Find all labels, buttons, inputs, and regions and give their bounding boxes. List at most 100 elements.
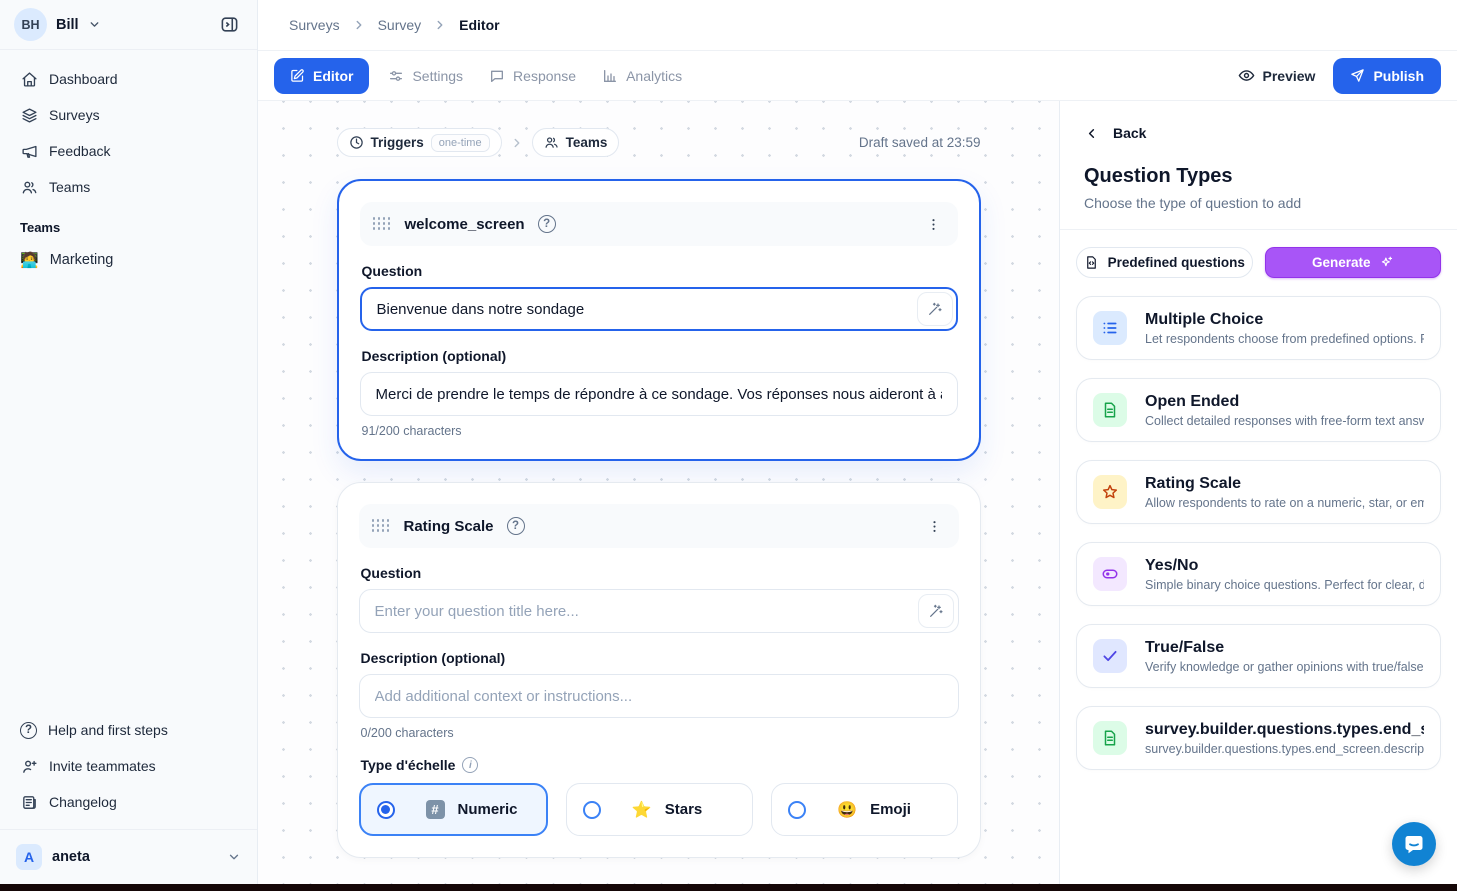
sidebar-item-marketing[interactable]: 🧑‍💻 Marketing: [0, 243, 257, 277]
teams-chip[interactable]: Teams: [532, 128, 620, 157]
type-title: Yes/No: [1145, 557, 1424, 575]
tab-label: Editor: [313, 68, 353, 84]
toggle-icon: [1093, 557, 1127, 591]
sidebar-item-dashboard[interactable]: Dashboard: [10, 62, 247, 96]
type-description: Allow respondents to rate on a numeric, …: [1145, 496, 1424, 510]
question-title-input[interactable]: [360, 287, 958, 331]
sidebar-item-changelog[interactable]: Changelog: [10, 785, 247, 819]
triggers-chip[interactable]: Triggers one-time: [337, 128, 502, 157]
bar-chart-icon: [602, 68, 618, 84]
star-icon: [1093, 475, 1127, 509]
type-card-rating-scale[interactable]: Rating Scale Allow respondents to rate o…: [1076, 460, 1441, 524]
breadcrumb: Surveys Survey Editor: [258, 0, 1457, 51]
generate-button[interactable]: Generate: [1265, 247, 1442, 278]
magic-wand-icon[interactable]: [917, 292, 953, 326]
account-switcher[interactable]: A aneta: [10, 839, 247, 875]
pencil-square-icon: [290, 68, 305, 83]
workspace-name: Bill: [56, 17, 79, 33]
question-help-icon[interactable]: ?: [538, 215, 556, 233]
scale-option-emoji[interactable]: 😃 Emoji: [771, 783, 958, 836]
option-label: Emoji: [870, 801, 911, 818]
question-description-input[interactable]: [359, 674, 959, 718]
question-help-icon[interactable]: ?: [507, 517, 525, 535]
type-card-open-ended[interactable]: Open Ended Collect detailed responses wi…: [1076, 378, 1441, 442]
sidebar-item-surveys[interactable]: Surveys: [10, 98, 247, 132]
panel-title: Question Types: [1060, 141, 1457, 188]
chevron-left-icon: [1084, 126, 1099, 141]
breadcrumb-editor: Editor: [459, 17, 499, 33]
account-name: aneta: [52, 849, 90, 865]
collapse-sidebar-icon[interactable]: [216, 11, 243, 38]
back-button[interactable]: Back: [1060, 101, 1457, 141]
drag-handle-icon[interactable]: [372, 519, 391, 533]
radio-unselected-icon: [788, 801, 806, 819]
kebab-menu-icon[interactable]: [923, 515, 946, 538]
question-field-label: Question: [361, 565, 957, 581]
tab-editor[interactable]: Editor: [274, 58, 369, 94]
question-card-title: welcome_screen: [405, 216, 525, 233]
scale-option-numeric[interactable]: # Numeric: [359, 783, 548, 836]
chevron-down-icon: [227, 850, 241, 864]
question-card-rating-scale[interactable]: Rating Scale ? Question Description (opt…: [337, 482, 981, 858]
breadcrumb-surveys[interactable]: Surveys: [289, 17, 340, 33]
sidebar-item-label: Changelog: [49, 794, 117, 810]
users-icon: [20, 179, 38, 196]
document-icon: [1093, 721, 1127, 755]
type-card-end-screen[interactable]: survey.builder.questions.types.end_scr..…: [1076, 706, 1441, 770]
tab-settings[interactable]: Settings: [375, 68, 476, 84]
sidebar-item-label: Help and first steps: [48, 722, 168, 738]
magic-wand-icon[interactable]: [918, 594, 954, 628]
predefined-questions-button[interactable]: Predefined questions: [1076, 247, 1253, 278]
tab-response[interactable]: Response: [476, 68, 589, 84]
chat-bubble-icon: [489, 68, 505, 84]
question-card-welcome-screen[interactable]: welcome_screen ? Question Description (o…: [337, 179, 981, 461]
scale-type-options: # Numeric ⭐ Stars 😃 Emoji: [359, 783, 959, 836]
sidebar-item-label: Surveys: [49, 107, 100, 123]
draft-status: Draft saved at 23:59: [859, 135, 981, 150]
radio-selected-icon: [377, 801, 395, 819]
sidebar-item-teams[interactable]: Teams: [10, 170, 247, 204]
scale-option-stars[interactable]: ⭐ Stars: [566, 783, 753, 836]
type-title: Rating Scale: [1145, 475, 1424, 493]
type-description: Let respondents choose from predefined o…: [1145, 332, 1424, 346]
question-title-input[interactable]: [359, 589, 959, 633]
chat-bubble-icon: [1402, 832, 1426, 856]
sidebar-item-feedback[interactable]: Feedback: [10, 134, 247, 168]
publish-button[interactable]: Publish: [1333, 58, 1441, 94]
smiley-emoji-icon: 😃: [837, 800, 857, 820]
drag-handle-icon[interactable]: [373, 217, 392, 231]
chevron-right-icon: [510, 136, 524, 150]
sidebar-item-help[interactable]: ? Help and first steps: [10, 713, 247, 747]
workspace-switcher[interactable]: BH Bill: [0, 0, 257, 50]
character-count: 91/200 characters: [362, 424, 956, 438]
kebab-menu-icon[interactable]: [922, 213, 945, 236]
users-icon: [544, 135, 559, 150]
sidebar-item-label: Invite teammates: [49, 758, 156, 774]
type-card-multiple-choice[interactable]: Multiple Choice Let respondents choose f…: [1076, 296, 1441, 360]
option-label: Stars: [665, 801, 703, 818]
document-icon: [1093, 393, 1127, 427]
sidebar-item-invite[interactable]: Invite teammates: [10, 749, 247, 783]
type-title: Multiple Choice: [1145, 311, 1424, 329]
info-icon[interactable]: i: [462, 757, 478, 773]
help-icon: ?: [20, 722, 37, 739]
option-label: Numeric: [458, 801, 518, 818]
team-emoji-icon: 🧑‍💻: [20, 251, 39, 269]
question-card-title: Rating Scale: [404, 518, 494, 535]
radio-unselected-icon: [583, 801, 601, 819]
tab-label: Response: [513, 68, 576, 84]
type-description: Simple binary choice questions. Perfect …: [1145, 578, 1424, 592]
list-icon: [1093, 311, 1127, 345]
character-count: 0/200 characters: [361, 726, 957, 740]
type-card-true-false[interactable]: True/False Verify knowledge or gather op…: [1076, 624, 1441, 688]
breadcrumb-survey[interactable]: Survey: [378, 17, 422, 33]
publish-label: Publish: [1373, 68, 1424, 84]
chat-launcher-button[interactable]: [1392, 822, 1436, 866]
sidebar-item-label: Dashboard: [49, 71, 118, 87]
type-card-yes-no[interactable]: Yes/No Simple binary choice questions. P…: [1076, 542, 1441, 606]
type-description: Collect detailed responses with free-for…: [1145, 414, 1424, 428]
preview-button[interactable]: Preview: [1238, 67, 1316, 84]
question-description-input[interactable]: [360, 372, 958, 416]
tab-analytics[interactable]: Analytics: [589, 68, 695, 84]
sidebar-footer: ? Help and first steps Invite teammates …: [0, 705, 257, 819]
